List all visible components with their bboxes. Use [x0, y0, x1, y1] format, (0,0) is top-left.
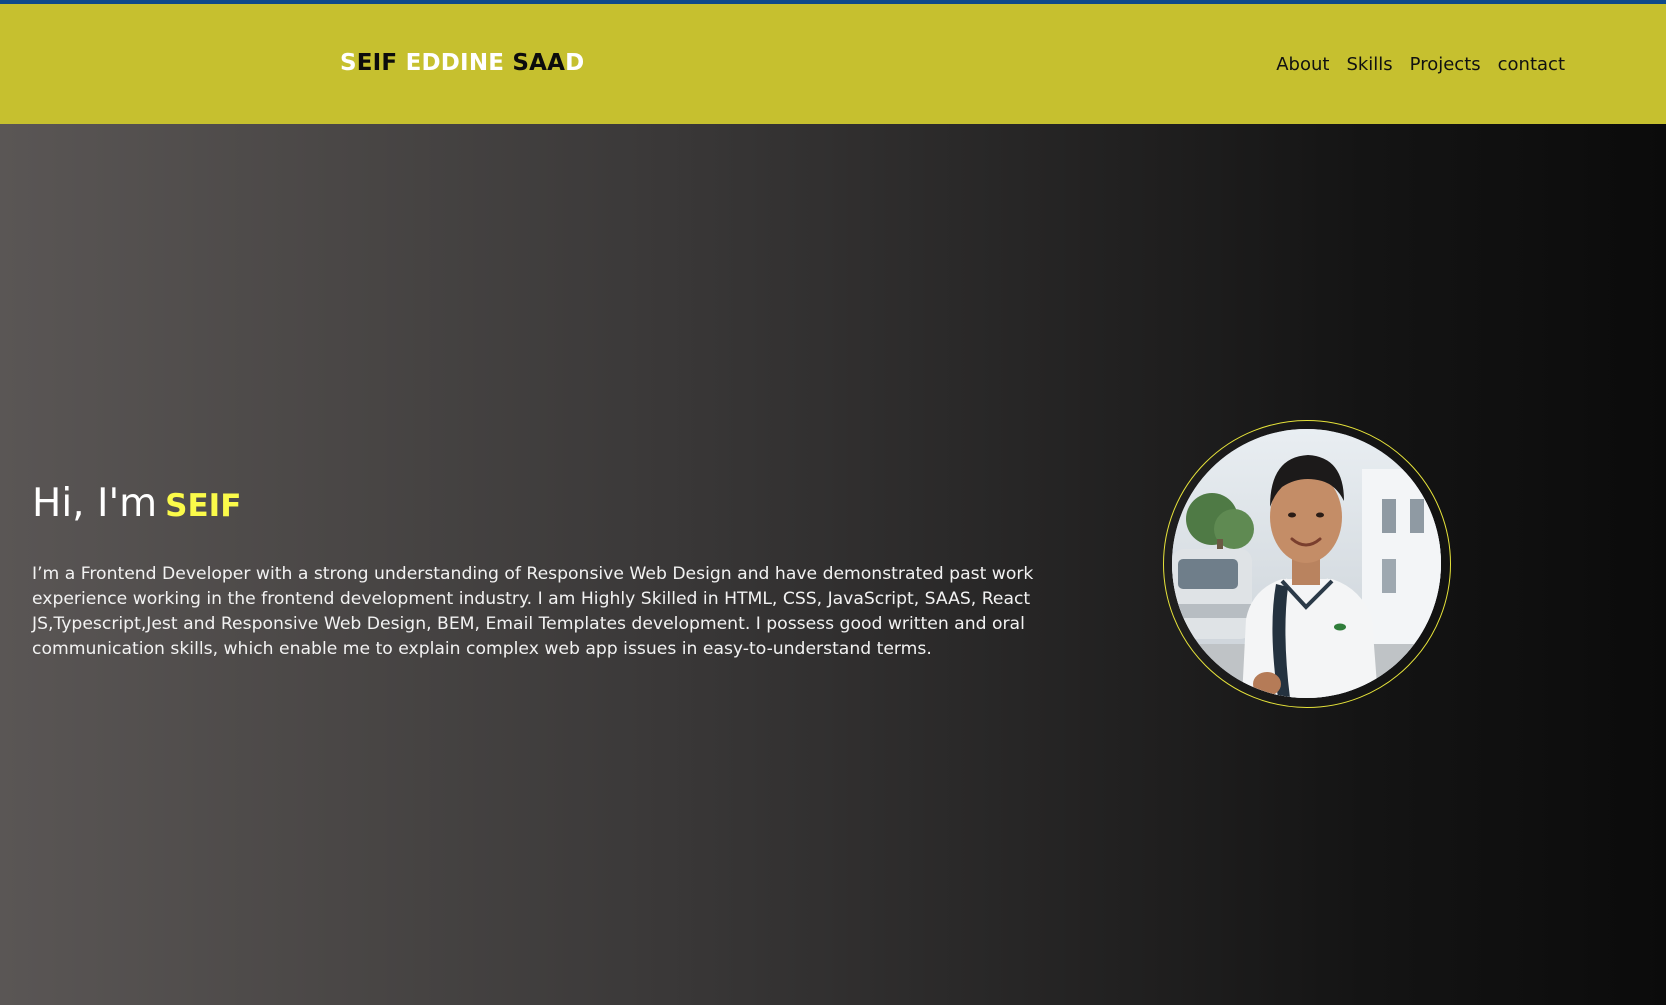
logo-segment: EIF	[356, 50, 398, 76]
logo-segment: SAA	[512, 50, 566, 76]
logo-segment: S	[340, 50, 357, 76]
logo-segment: D	[565, 50, 585, 76]
hero-heading: Hi, I'm SEIF	[32, 481, 241, 526]
avatar-photo	[1172, 429, 1441, 698]
nav-link-skills[interactable]: Skills	[1346, 54, 1392, 75]
nav-link-projects[interactable]: Projects	[1410, 54, 1481, 75]
main-nav: About Skills Projects contact	[1276, 54, 1565, 75]
hero-name: SEIF	[165, 488, 242, 524]
logo-segment: EDDINE	[397, 50, 513, 76]
hero-bio: I’m a Frontend Developer with a strong u…	[32, 564, 1034, 659]
avatar-illustration	[1172, 429, 1441, 698]
greeting-text: Hi, I'm	[32, 481, 158, 526]
nav-link-contact[interactable]: contact	[1498, 54, 1565, 75]
navbar: SEIF EDDINE SAAD About Skills Projects c…	[0, 4, 1666, 124]
site-logo[interactable]: SEIF EDDINE SAAD	[340, 50, 584, 76]
hero-section: Hi, I'm SEIF I’m a Frontend Developer wit…	[0, 124, 1666, 1005]
avatar-ring	[1163, 420, 1451, 708]
nav-link-about[interactable]: About	[1276, 54, 1329, 75]
